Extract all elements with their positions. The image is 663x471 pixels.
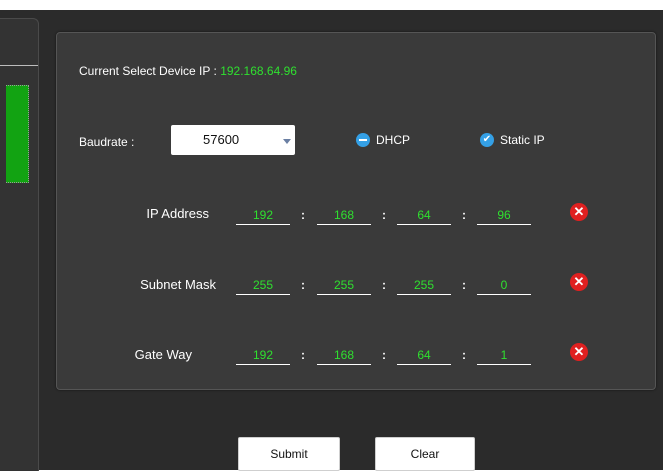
device-list-pane (0, 18, 39, 471)
ip-octet-2[interactable]: 168 (317, 206, 371, 225)
submit-button[interactable]: Submit (238, 437, 340, 471)
separator: : (301, 348, 305, 362)
baudrate-select[interactable]: 57600 (171, 125, 295, 155)
current-ip-label-text: Current Select Device IP : (79, 64, 217, 78)
separator: : (382, 208, 386, 222)
subnet-octet-3[interactable]: 255 (397, 276, 451, 295)
static-ip-radio[interactable]: ✔ Static IP (480, 133, 545, 147)
pane-divider (0, 65, 38, 66)
gateway-octet-4[interactable]: 1 (477, 346, 531, 365)
close-circle-icon[interactable]: ✕ (570, 343, 588, 361)
ip-octet-4[interactable]: 96 (477, 206, 531, 225)
dhcp-radio[interactable]: DHCP (356, 133, 410, 147)
separator: : (462, 348, 466, 362)
close-circle-icon[interactable]: ✕ (570, 273, 588, 291)
close-circle-icon[interactable]: ✕ (570, 203, 588, 221)
ip-octet-3[interactable]: 64 (397, 206, 451, 225)
gateway-octet-3[interactable]: 64 (397, 346, 451, 365)
ip-octet-1[interactable]: 192 (236, 206, 290, 225)
static-ip-label: Static IP (500, 133, 545, 147)
separator: : (301, 278, 305, 292)
chevron-down-icon (283, 139, 291, 144)
separator: : (462, 208, 466, 222)
check-circle-icon: ✔ (480, 133, 494, 147)
gateway-octet-1[interactable]: 192 (236, 346, 290, 365)
current-device-ip-label: Current Select Device IP : 192.168.64.96 (79, 64, 297, 78)
clear-button[interactable]: Clear (375, 437, 475, 471)
subnet-octet-4[interactable]: 0 (477, 276, 531, 295)
ip-address-label: IP Address (146, 206, 209, 221)
baudrate-label: Baudrate : (79, 135, 135, 149)
selected-device-item[interactable] (6, 85, 29, 183)
gateway-octet-2[interactable]: 168 (317, 346, 371, 365)
subnet-mask-label: Subnet Mask (140, 277, 216, 292)
subnet-octet-1[interactable]: 255 (236, 276, 290, 295)
separator: : (382, 348, 386, 362)
dhcp-label: DHCP (376, 133, 411, 147)
gateway-label: Gate Way (134, 347, 192, 362)
top-strip (0, 0, 663, 10)
current-ip-value: 192.168.64.96 (220, 64, 297, 78)
separator: : (301, 208, 305, 222)
separator: : (462, 278, 466, 292)
separator: : (382, 278, 386, 292)
minus-circle-icon (356, 133, 370, 147)
subnet-octet-2[interactable]: 255 (317, 276, 371, 295)
baudrate-value: 57600 (203, 132, 240, 147)
